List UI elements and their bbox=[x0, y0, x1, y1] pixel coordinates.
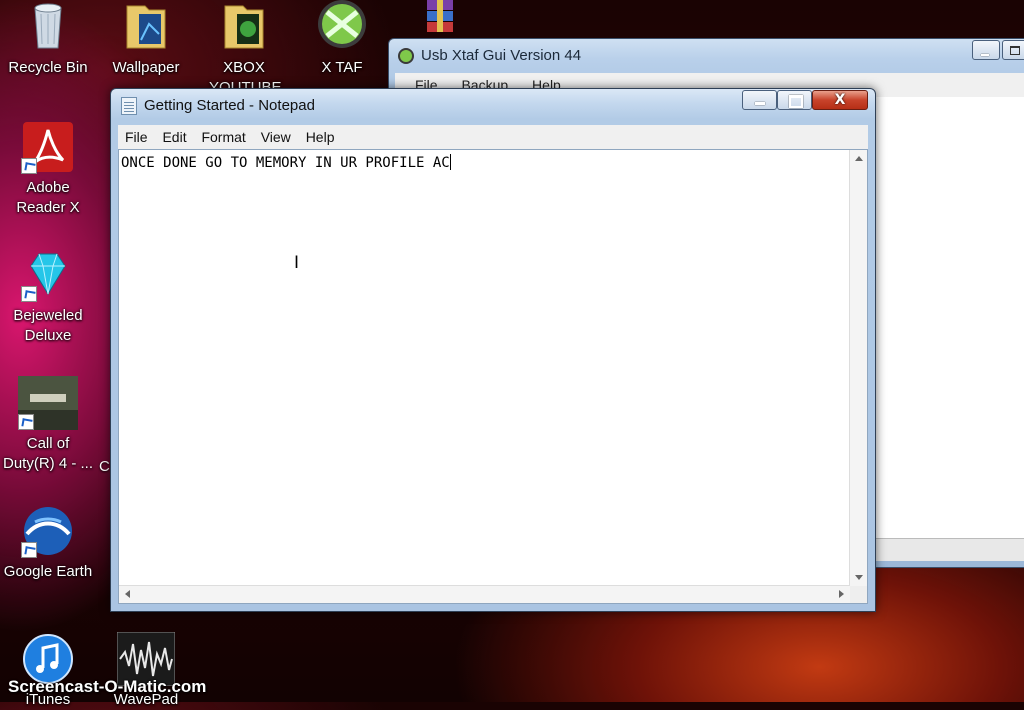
google-earth-icon bbox=[21, 504, 75, 558]
menu-help[interactable]: Help bbox=[302, 125, 339, 149]
maximize-icon bbox=[1010, 46, 1020, 55]
close-icon: X bbox=[834, 92, 846, 108]
shortcut-arrow-icon bbox=[21, 158, 37, 174]
minimize-icon bbox=[981, 54, 989, 56]
xtaf-app-icon bbox=[398, 48, 414, 64]
notepad-window-title: Getting Started - Notepad bbox=[144, 97, 315, 114]
notepad-text-content: ONCE DONE GO TO MEMORY IN UR PROFILE AC bbox=[121, 154, 451, 171]
notepad-close-button[interactable]: X bbox=[812, 90, 868, 110]
desktop-icon-label: Bejeweled Deluxe bbox=[13, 307, 83, 344]
adobe-reader-icon bbox=[21, 120, 75, 174]
bejeweled-gem-icon bbox=[21, 248, 75, 302]
menu-format[interactable]: Format bbox=[197, 125, 249, 149]
desktop-icon-xbox-youtube[interactable]: XBOX YOUTUBE bbox=[196, 0, 292, 98]
screencast-watermark: Screencast-O-Matic.com bbox=[8, 677, 207, 696]
desktop-icon-label: Google Earth bbox=[3, 563, 93, 580]
desktop-icon-label: Adobe Reader X bbox=[16, 179, 80, 216]
desktop-icon-itunes[interactable]: iTunes bbox=[0, 632, 96, 710]
scroll-down-arrow-icon[interactable] bbox=[855, 575, 863, 580]
shortcut-arrow-icon bbox=[21, 286, 37, 302]
menu-file[interactable]: File bbox=[121, 125, 152, 149]
folder-icon bbox=[119, 0, 173, 54]
desktop-icon-recycle-bin[interactable]: Recycle Bin bbox=[0, 0, 96, 78]
shortcut-arrow-icon bbox=[18, 414, 34, 430]
xtaf-minimize-button[interactable] bbox=[972, 40, 1000, 60]
resize-grip-icon[interactable] bbox=[850, 586, 867, 603]
text-cursor-icon: I bbox=[294, 253, 300, 273]
desktop-icon-label: Wallpaper bbox=[112, 59, 180, 76]
desktop-icon-bejeweled-deluxe[interactable]: Bejeweled Deluxe bbox=[0, 248, 96, 346]
desktop-icon-wallpaper[interactable]: Wallpaper bbox=[98, 0, 194, 78]
desktop-icon-label: Recycle Bin bbox=[8, 59, 88, 76]
xtaf-window-title: Usb Xtaf Gui Version 44 bbox=[421, 47, 582, 64]
vertical-scrollbar[interactable] bbox=[849, 150, 867, 586]
notepad-maximize-button[interactable] bbox=[777, 90, 812, 110]
notepad-app-icon bbox=[121, 97, 137, 115]
scroll-left-arrow-icon[interactable] bbox=[125, 590, 130, 598]
xplorer-usb-icon bbox=[315, 0, 369, 54]
scroll-right-arrow-icon[interactable] bbox=[839, 590, 844, 598]
menu-edit[interactable]: Edit bbox=[158, 125, 190, 149]
notepad-menu-bar: File Edit Format View Help bbox=[118, 125, 868, 149]
desktop-icon-x-taf[interactable]: X TAF bbox=[294, 0, 390, 78]
notepad-minimize-button[interactable] bbox=[742, 90, 777, 110]
desktop-icon-google-earth[interactable]: Google Earth bbox=[0, 504, 96, 582]
horizontal-scrollbar[interactable] bbox=[119, 585, 850, 603]
text-caret bbox=[449, 154, 451, 170]
recycle-bin-icon bbox=[21, 0, 75, 54]
maximize-icon bbox=[788, 95, 803, 108]
notepad-window[interactable]: Getting Started - Notepad X File Edit Fo… bbox=[110, 88, 876, 612]
notepad-text-area[interactable]: ONCE DONE GO TO MEMORY IN UR PROFILE AC bbox=[118, 149, 868, 604]
desktop-icon-wavepad[interactable]: WavePad bbox=[98, 631, 194, 710]
desktop-icon-call-of-duty[interactable]: Call of Duty(R) 4 - ... bbox=[0, 376, 96, 474]
folder-icon bbox=[217, 0, 271, 54]
desktop-icon-label: X TAF bbox=[321, 59, 363, 76]
minimize-icon bbox=[754, 102, 765, 105]
notepad-text: ONCE DONE GO TO MEMORY IN UR PROFILE AC bbox=[121, 155, 450, 171]
desktop-icon-adobe-reader-x[interactable]: Adobe Reader X bbox=[0, 120, 96, 218]
call-of-duty-icon bbox=[18, 376, 78, 430]
xtaf-status-bar bbox=[869, 538, 1024, 561]
xtaf-maximize-button[interactable] bbox=[1002, 40, 1024, 60]
menu-view[interactable]: View bbox=[257, 125, 295, 149]
partial-desktop-label: C bbox=[99, 458, 110, 475]
shortcut-arrow-icon bbox=[21, 542, 37, 558]
scroll-up-arrow-icon[interactable] bbox=[855, 156, 863, 161]
desktop-icon-label: Call of Duty(R) 4 - ... bbox=[3, 435, 94, 472]
